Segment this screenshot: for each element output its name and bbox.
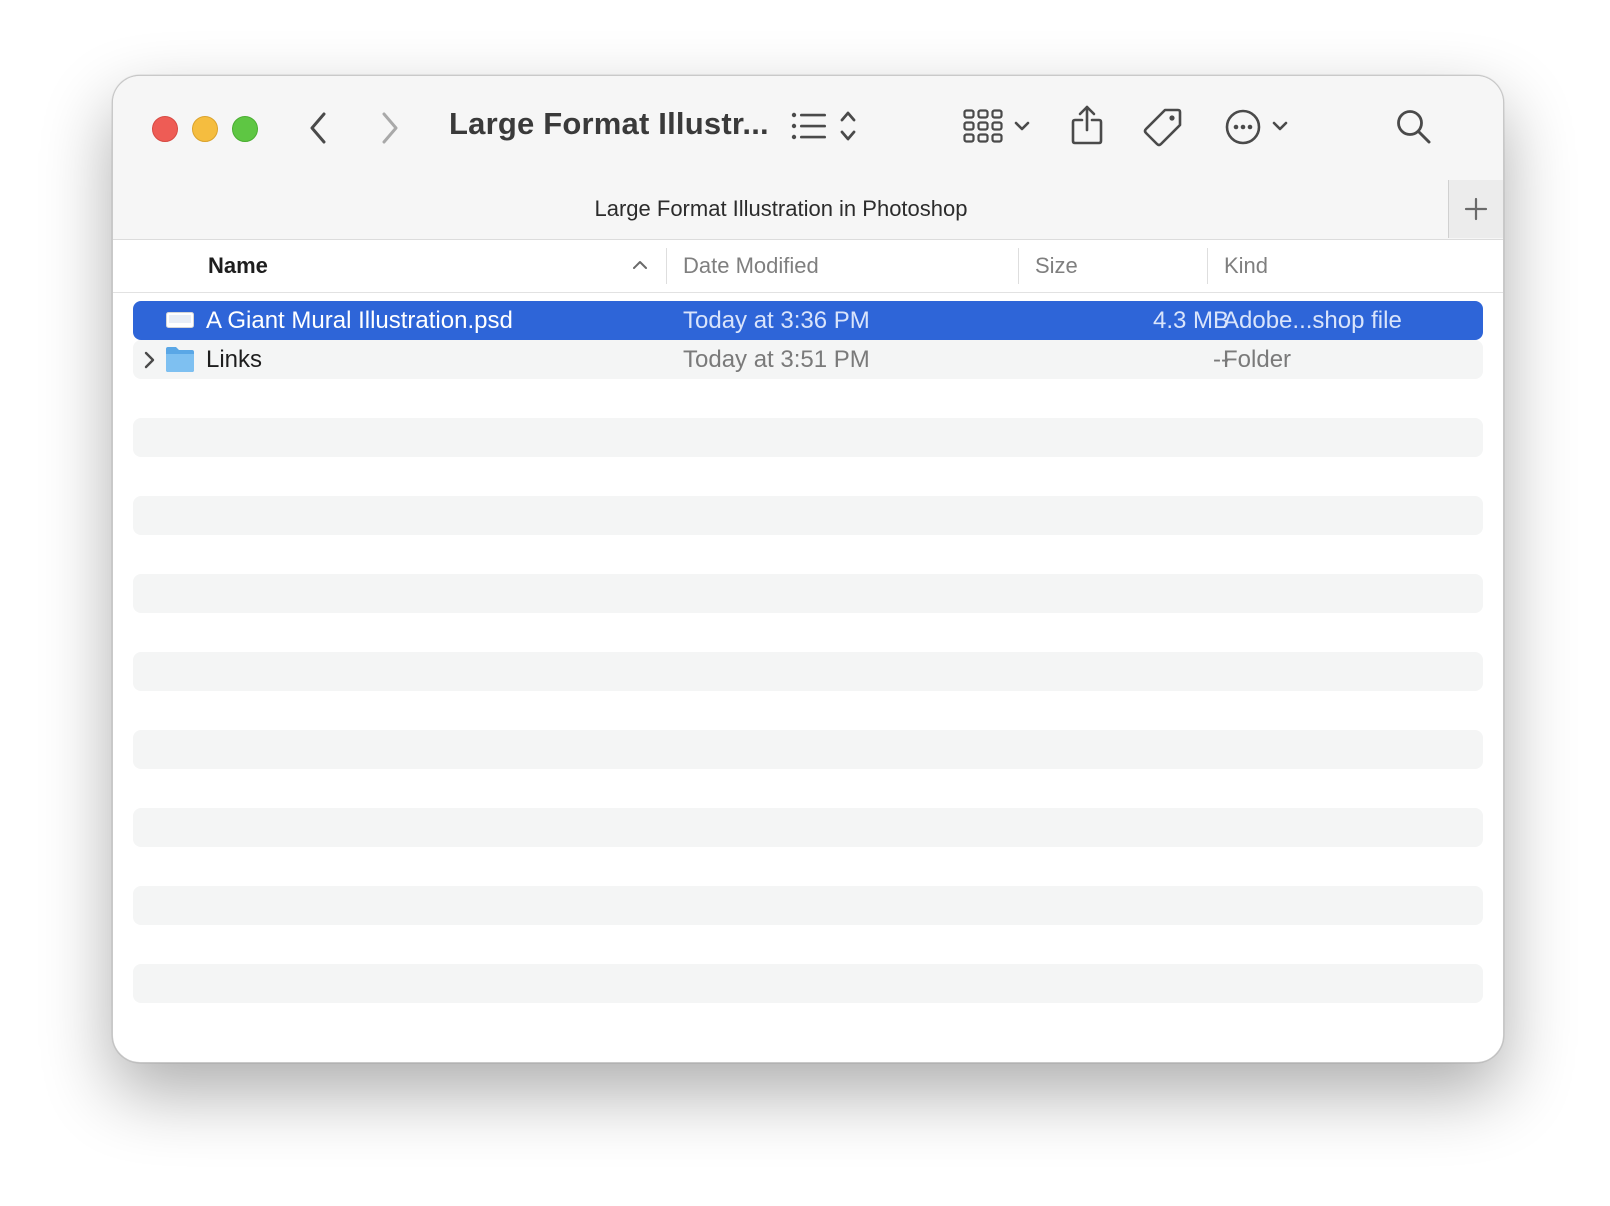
chevron-down-icon[interactable]	[1013, 120, 1031, 132]
file-row-folder[interactable]: Links Today at 3:51 PM -- Folder	[133, 340, 1483, 379]
empty-row	[133, 964, 1483, 1003]
empty-row	[133, 886, 1483, 925]
path-title: Large Format Illustration in Photoshop	[594, 196, 968, 221]
folder-icon	[165, 345, 195, 378]
close-button[interactable]	[152, 116, 178, 142]
grid-view-icon[interactable]	[963, 109, 1003, 143]
list-view-icon[interactable]	[791, 112, 827, 140]
column-kind-header[interactable]: Kind	[1224, 240, 1268, 292]
empty-row	[133, 808, 1483, 847]
column-header: Name Date Modified Size Kind	[113, 240, 1503, 293]
minimize-button[interactable]	[192, 116, 218, 142]
chevron-down-icon[interactable]	[1271, 120, 1289, 132]
column-divider[interactable]	[1207, 248, 1208, 284]
back-icon[interactable]	[307, 110, 331, 146]
plus-icon	[1464, 197, 1488, 221]
more-icon[interactable]	[1224, 108, 1262, 146]
empty-row	[133, 418, 1483, 457]
file-size: 4.3 MB	[1152, 307, 1229, 334]
file-date: Today at 3:36 PM	[683, 307, 870, 334]
disclosure-triangle-icon[interactable]	[142, 350, 156, 375]
forward-icon[interactable]	[377, 110, 401, 146]
empty-row	[133, 652, 1483, 691]
tag-icon[interactable]	[1142, 106, 1184, 148]
file-name: Links	[206, 346, 263, 373]
empty-row	[133, 496, 1483, 535]
column-name-header[interactable]: Name	[208, 240, 268, 292]
column-size-header[interactable]: Size	[1035, 240, 1078, 292]
file-name: A Giant Mural Illustration.psd	[206, 307, 513, 334]
toolbar: Large Format Illustr... Large Format Ill…	[113, 76, 1503, 240]
empty-row	[133, 730, 1483, 769]
window-title: Large Format Illustr...	[449, 106, 769, 141]
zoom-button[interactable]	[232, 116, 258, 142]
share-icon[interactable]	[1070, 104, 1104, 146]
empty-row	[133, 574, 1483, 613]
psd-file-icon	[166, 312, 194, 328]
file-kind: Folder	[1223, 346, 1292, 373]
finder-window: Large Format Illustr... Large Format Ill…	[112, 75, 1504, 1063]
file-date: Today at 3:51 PM	[683, 346, 870, 373]
sort-order-icon[interactable]	[839, 108, 857, 144]
column-date-header[interactable]: Date Modified	[683, 240, 819, 292]
column-divider[interactable]	[666, 248, 667, 284]
new-tab-button[interactable]	[1448, 180, 1503, 238]
file-row-psd[interactable]: A Giant Mural Illustration.psd Today at …	[133, 301, 1483, 340]
search-icon[interactable]	[1395, 108, 1433, 146]
sort-ascending-icon	[631, 258, 649, 277]
file-kind: Adobe...shop file	[1223, 307, 1402, 334]
column-divider[interactable]	[1018, 248, 1019, 284]
